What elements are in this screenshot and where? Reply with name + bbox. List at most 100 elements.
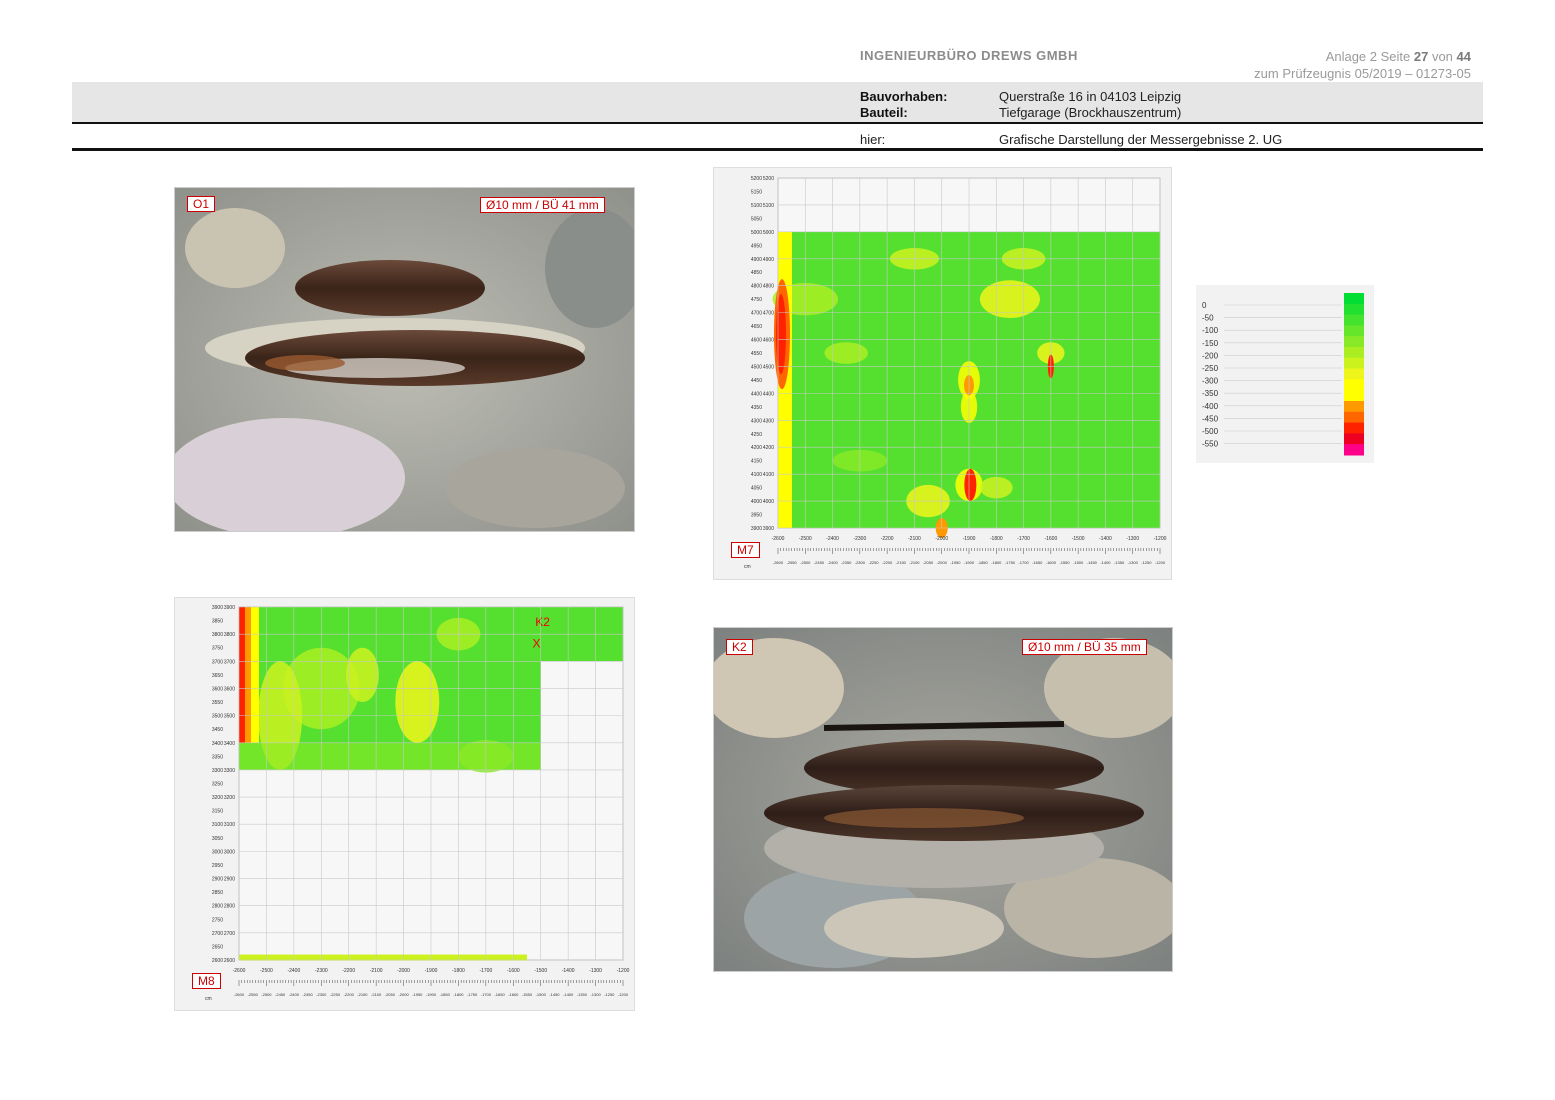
ruler-label: -2200: [344, 992, 355, 997]
ruler-label: -2350: [841, 560, 852, 565]
legend-value: -550: [1202, 440, 1219, 449]
ruler-label: -2250: [868, 560, 879, 565]
ruler-label: -2500: [261, 992, 272, 997]
ruler-label: -1750: [467, 992, 478, 997]
ruler-label: -2200: [882, 560, 893, 565]
field-edge-red: [239, 607, 245, 743]
field-patch: [345, 647, 379, 703]
y-tick-label-inner: 3100: [224, 822, 235, 828]
y-tick-label: 5000: [751, 230, 762, 236]
field-bottom-band: [239, 742, 541, 770]
y-tick-label: 4150: [751, 459, 762, 465]
ruler-label: -2450: [275, 992, 286, 997]
y-tick-label-inner: 2700: [224, 931, 235, 937]
y-tick-label-inner: 3300: [224, 768, 235, 774]
ruler-label: -1950: [412, 992, 423, 997]
ruler-label: -1550: [522, 992, 533, 997]
y-tick-label-inner: 2900: [224, 877, 235, 883]
y-tick-label-inner: 3000: [224, 849, 235, 855]
y-tick-label: 5150: [751, 189, 762, 195]
y-tick-label: 4700: [751, 311, 762, 317]
legend-value: -200: [1202, 351, 1219, 360]
y-tick-label-inner: 4200: [763, 445, 774, 451]
x-tick-label: -2100: [370, 968, 383, 974]
photo-k2-caption: Ø10 mm / BÜ 35 mm: [1022, 639, 1147, 655]
y-tick-label-inner: 4400: [763, 391, 774, 397]
y-tick-label: 4200: [751, 445, 762, 451]
x-tick-label: -2100: [908, 536, 921, 542]
y-tick-label: 3750: [212, 646, 223, 652]
y-tick-label-inner: 4500: [763, 364, 774, 370]
unit-label: cm: [744, 564, 751, 570]
ruler-label: -1450: [549, 992, 560, 997]
ruler-label: -1900: [426, 992, 437, 997]
field-edge-red: [776, 294, 786, 375]
y-tick-label: 4500: [751, 364, 762, 370]
ruler-label: -1850: [440, 992, 451, 997]
y-tick-label: 2800: [212, 904, 223, 910]
y-tick-label: 3400: [212, 741, 223, 747]
y-tick-label: 2850: [212, 890, 223, 896]
legend-value: -350: [1202, 389, 1219, 398]
y-tick-label: 4950: [751, 243, 762, 249]
y-tick-label-inner: 4300: [763, 418, 774, 424]
photo-k2-image: [714, 628, 1172, 971]
y-tick-label-inner: 3800: [224, 632, 235, 638]
x-tick-label: -1700: [479, 968, 492, 974]
chart-m7: -2600 -2500 -2400 -2300 -2200 -2100 -2000 -1900…: [713, 167, 1172, 580]
y-tick-label-inner: 5100: [763, 203, 774, 209]
y-tick-label-inner: 3400: [224, 741, 235, 747]
y-tick-label: 2900: [212, 877, 223, 883]
y-tick-label-inner: 4900: [763, 257, 774, 263]
x-tick-label: -2300: [315, 968, 328, 974]
y-tick-label: 3150: [212, 809, 223, 815]
x-tick-label: -2200: [342, 968, 355, 974]
ruler-label: -1800: [991, 560, 1002, 565]
legend-value: 0: [1202, 301, 1207, 310]
y-tick-label-inner: 5200: [763, 176, 774, 182]
y-tick-label: 3900: [212, 605, 223, 611]
ruler-label: -2150: [357, 992, 368, 997]
ruler-label: -1600: [508, 992, 519, 997]
ruler-label: -1250: [1141, 560, 1152, 565]
legend-swatch: [1344, 401, 1364, 413]
y-tick-label-inner: 4100: [763, 472, 774, 478]
company-name: INGENIEURBÜRO DREWS GMBH: [860, 48, 1078, 63]
y-tick-label: 2700: [212, 931, 223, 937]
ruler-label: -1700: [481, 992, 492, 997]
ruler-label: -1650: [494, 992, 505, 997]
y-tick-label-inner: 3900: [763, 526, 774, 532]
y-tick-label: 4050: [751, 486, 762, 492]
header-band: [72, 82, 1483, 122]
y-tick-label: 4650: [751, 324, 762, 330]
y-tick-label: 4750: [751, 297, 762, 303]
legend-swatch: [1344, 390, 1364, 402]
y-tick-label: 4100: [751, 472, 762, 478]
photo-k2: K2 Ø10 mm / BÜ 35 mm: [713, 627, 1173, 972]
bauvorhaben-value: Querstraße 16 in 04103 Leipzig: [999, 89, 1182, 104]
color-legend-svg: 0 -50 -100 -150 -200 -250 -300 -350 -400 -450 -500…: [1202, 293, 1364, 456]
y-tick-label: 4800: [751, 284, 762, 290]
y-tick-label-inner: 3200: [224, 795, 235, 801]
ruler-label: -1300: [1128, 560, 1139, 565]
legend-swatch: [1344, 314, 1364, 326]
y-tick-label-inner: 3600: [224, 686, 235, 692]
ruler-label: -1400: [563, 992, 574, 997]
bauvorhaben-label: Bauvorhaben:: [860, 89, 948, 104]
legend-swatch: [1344, 411, 1364, 424]
y-tick-label: 3450: [212, 727, 223, 733]
bauteil-label: Bauteil:: [860, 105, 908, 120]
y-tick-label-inner: 2800: [224, 904, 235, 910]
ruler-label: -1750: [1005, 560, 1016, 565]
photo-o1-caption: Ø10 mm / BÜ 41 mm: [480, 197, 605, 213]
y-tick-label: 4600: [751, 338, 762, 344]
ruler-label: -2100: [371, 992, 382, 997]
marker-symbol: X: [532, 637, 540, 651]
x-tick-label: -1900: [425, 968, 438, 974]
ruler-label: -1950: [950, 560, 961, 565]
chart-m7-svg: -2600 -2500 -2400 -2300 -2200 -2100 -2000 -1900…: [744, 176, 1167, 570]
x-tick-label: -1500: [534, 968, 547, 974]
y-tick-label: 2750: [212, 917, 223, 923]
legend-value: -400: [1202, 402, 1219, 411]
legend-swatch: [1344, 433, 1364, 445]
